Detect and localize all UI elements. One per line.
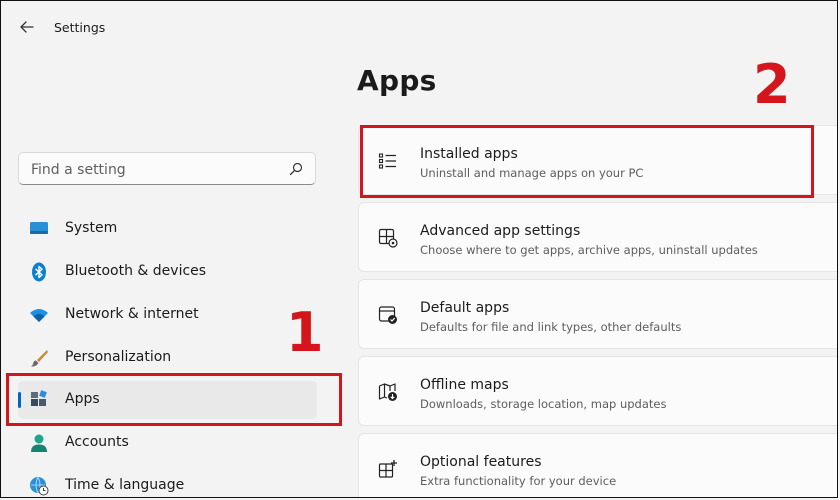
step-number-1: 1 bbox=[286, 301, 324, 364]
search-input[interactable] bbox=[29, 159, 273, 181]
add-feature-icon bbox=[378, 460, 397, 478]
settings-window: Settings System Bluetooth & devices Netw… bbox=[0, 0, 838, 498]
step-number-2: 2 bbox=[753, 53, 791, 116]
card-title: Default apps bbox=[420, 300, 510, 316]
card-description: Downloads, storage location, map updates bbox=[420, 397, 667, 411]
globe-clock-icon bbox=[30, 476, 49, 496]
back-arrow-icon[interactable] bbox=[17, 17, 37, 37]
sidebar-item-accounts[interactable]: Accounts bbox=[18, 424, 317, 462]
system-icon bbox=[30, 222, 48, 234]
card-description: Defaults for file and link types, other … bbox=[420, 320, 682, 334]
card-description: Choose where to get apps, archive apps, … bbox=[420, 243, 758, 257]
sidebar-item-network[interactable]: Network & internet bbox=[18, 296, 317, 334]
search-box[interactable] bbox=[18, 152, 316, 185]
card-description: Extra functionality for your device bbox=[420, 474, 617, 488]
card-offline-maps[interactable]: Offline maps Downloads, storage location… bbox=[358, 356, 837, 426]
sidebar-item-label: Bluetooth & devices bbox=[65, 263, 207, 279]
default-apps-icon bbox=[378, 306, 397, 324]
window-title: Settings bbox=[54, 20, 106, 35]
sidebar-item-label: Accounts bbox=[65, 434, 129, 450]
sidebar-item-label: Network & internet bbox=[65, 306, 199, 322]
sidebar-item-bluetooth[interactable]: Bluetooth & devices bbox=[18, 253, 317, 291]
bluetooth-icon bbox=[32, 262, 46, 282]
card-title: Optional features bbox=[420, 454, 542, 470]
card-title: Advanced app settings bbox=[420, 223, 581, 239]
accounts-icon bbox=[31, 434, 47, 452]
wifi-icon bbox=[30, 309, 48, 322]
highlight-box-apps bbox=[6, 373, 342, 426]
brush-icon bbox=[31, 350, 48, 367]
sidebar-item-label: System bbox=[65, 220, 118, 236]
sidebar-item-system[interactable]: System bbox=[18, 210, 317, 248]
sidebar-item-label: Time & language bbox=[65, 477, 185, 493]
search-icon[interactable] bbox=[289, 162, 303, 176]
card-optional-features[interactable]: Optional features Extra functionality fo… bbox=[358, 433, 837, 497]
highlight-box-installed-apps bbox=[360, 125, 814, 198]
sidebar-item-personalization[interactable]: Personalization bbox=[18, 339, 317, 377]
card-default-apps[interactable]: Default apps Defaults for file and link … bbox=[358, 279, 837, 349]
map-icon bbox=[378, 383, 397, 401]
sidebar-item-label: Personalization bbox=[65, 349, 172, 365]
page-title: Apps bbox=[357, 64, 437, 97]
card-title: Offline maps bbox=[420, 377, 509, 393]
sidebar-item-time-language[interactable]: Time & language bbox=[18, 467, 317, 497]
card-advanced-app-settings[interactable]: Advanced app settings Choose where to ge… bbox=[358, 202, 837, 272]
app-gear-icon bbox=[378, 228, 398, 248]
